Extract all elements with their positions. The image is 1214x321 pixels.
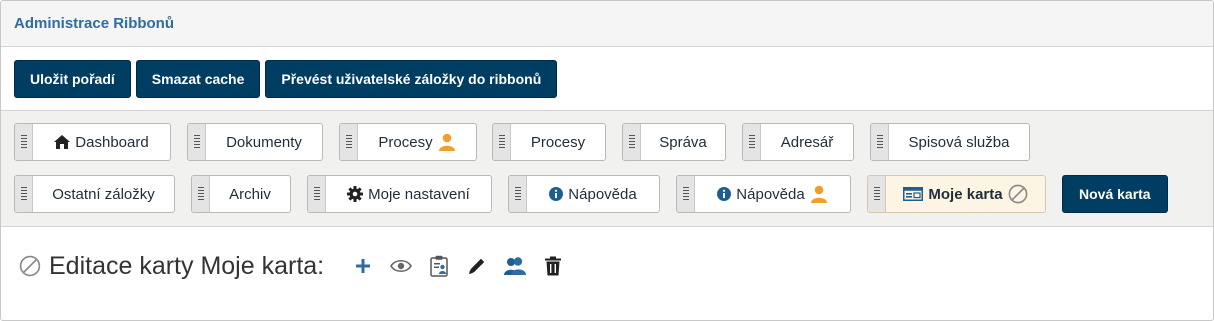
- tab-label: Adresář: [780, 133, 834, 151]
- tab-label: Archiv: [229, 185, 271, 203]
- clipboard-user-icon[interactable]: [420, 251, 458, 281]
- add-icon[interactable]: [344, 251, 382, 281]
- ribbon-admin-panel: Administrace Ribbonů Uložit pořadí Smaza…: [0, 0, 1214, 321]
- drag-handle[interactable]: [188, 124, 206, 160]
- tab-moje-karta[interactable]: Moje karta: [867, 175, 1046, 213]
- tab-label: Dokumenty: [226, 133, 302, 151]
- tab-archiv[interactable]: Archiv: [191, 175, 291, 213]
- clear-cache-button[interactable]: Smazat cache: [135, 59, 261, 98]
- tab-row-1: Dashboard Dokumenty Procesy Procesy Sprá…: [14, 123, 1030, 161]
- toolbar: Uložit pořadí Smazat cache Převést uživa…: [1, 47, 1213, 111]
- home-icon: [54, 135, 71, 149]
- drag-handle[interactable]: [308, 176, 326, 212]
- tab-napoveda-user[interactable]: Nápověda: [676, 175, 851, 213]
- save-order-button[interactable]: Uložit pořadí: [14, 59, 131, 98]
- eye-icon[interactable]: [382, 251, 420, 281]
- drag-handle[interactable]: [623, 124, 641, 160]
- tab-napoveda[interactable]: Nápověda: [508, 175, 660, 213]
- tab-procesy[interactable]: Procesy: [492, 123, 606, 161]
- user-icon: [810, 185, 828, 203]
- tab-label: Spisová služba: [908, 133, 1010, 151]
- gear-icon: [347, 186, 364, 202]
- drag-handle[interactable]: [15, 124, 33, 160]
- tab-moje-nastaveni[interactable]: Moje nastavení: [307, 175, 492, 213]
- tab-row-2: Ostatní záložky Archiv Moje nastavení Ná…: [14, 175, 1168, 213]
- tab-spisova-sluzba[interactable]: Spisová služba: [870, 123, 1030, 161]
- drag-handle[interactable]: [192, 176, 210, 212]
- tab-adresar[interactable]: Adresář: [742, 123, 854, 161]
- tab-dashboard[interactable]: Dashboard: [14, 123, 171, 161]
- user-group-icon[interactable]: [496, 251, 534, 281]
- ribbon-tabs-area: Dashboard Dokumenty Procesy Procesy Sprá…: [1, 111, 1213, 227]
- drag-handle[interactable]: [871, 124, 889, 160]
- disabled-icon: [19, 255, 41, 277]
- tab-ostatni-zalozky[interactable]: Ostatní záložky: [14, 175, 175, 213]
- tab-procesy-user[interactable]: Procesy: [339, 123, 477, 161]
- tab-label: Nápověda: [568, 185, 637, 203]
- disabled-icon: [1008, 184, 1028, 204]
- tab-label: Procesy: [530, 133, 586, 151]
- tab-sprava[interactable]: Správa: [622, 123, 726, 161]
- pencil-icon[interactable]: [458, 251, 496, 281]
- tab-label: Nápověda: [736, 185, 805, 203]
- tab-label: Správa: [659, 133, 707, 151]
- info-icon: [717, 187, 732, 201]
- drag-handle[interactable]: [677, 176, 695, 212]
- drag-handle[interactable]: [868, 176, 886, 212]
- page-title: Administrace Ribbonů: [14, 15, 175, 32]
- drag-handle[interactable]: [340, 124, 358, 160]
- user-icon: [438, 133, 456, 151]
- drag-handle[interactable]: [509, 176, 527, 212]
- tab-label: Ostatní záložky: [52, 185, 155, 203]
- panel-header: Administrace Ribbonů: [1, 1, 1213, 47]
- drag-handle[interactable]: [15, 176, 33, 212]
- tab-label: Procesy: [378, 133, 433, 151]
- tab-label: Dashboard: [75, 133, 149, 151]
- info-icon: [549, 187, 564, 201]
- tab-label: Moje karta: [928, 185, 1003, 203]
- drag-handle[interactable]: [743, 124, 761, 160]
- drag-handle[interactable]: [493, 124, 511, 160]
- trash-icon[interactable]: [534, 251, 572, 281]
- card-icon: [903, 187, 924, 201]
- tab-editor: Editace karty Moje karta:: [19, 251, 572, 281]
- new-tab-button[interactable]: Nová karta: [1062, 175, 1168, 213]
- editor-title: Editace karty Moje karta:: [49, 251, 325, 280]
- tab-dokumenty[interactable]: Dokumenty: [187, 123, 323, 161]
- convert-tabs-button[interactable]: Převést uživatelské záložky do ribbonů: [265, 59, 558, 98]
- tab-label: Moje nastavení: [368, 185, 470, 203]
